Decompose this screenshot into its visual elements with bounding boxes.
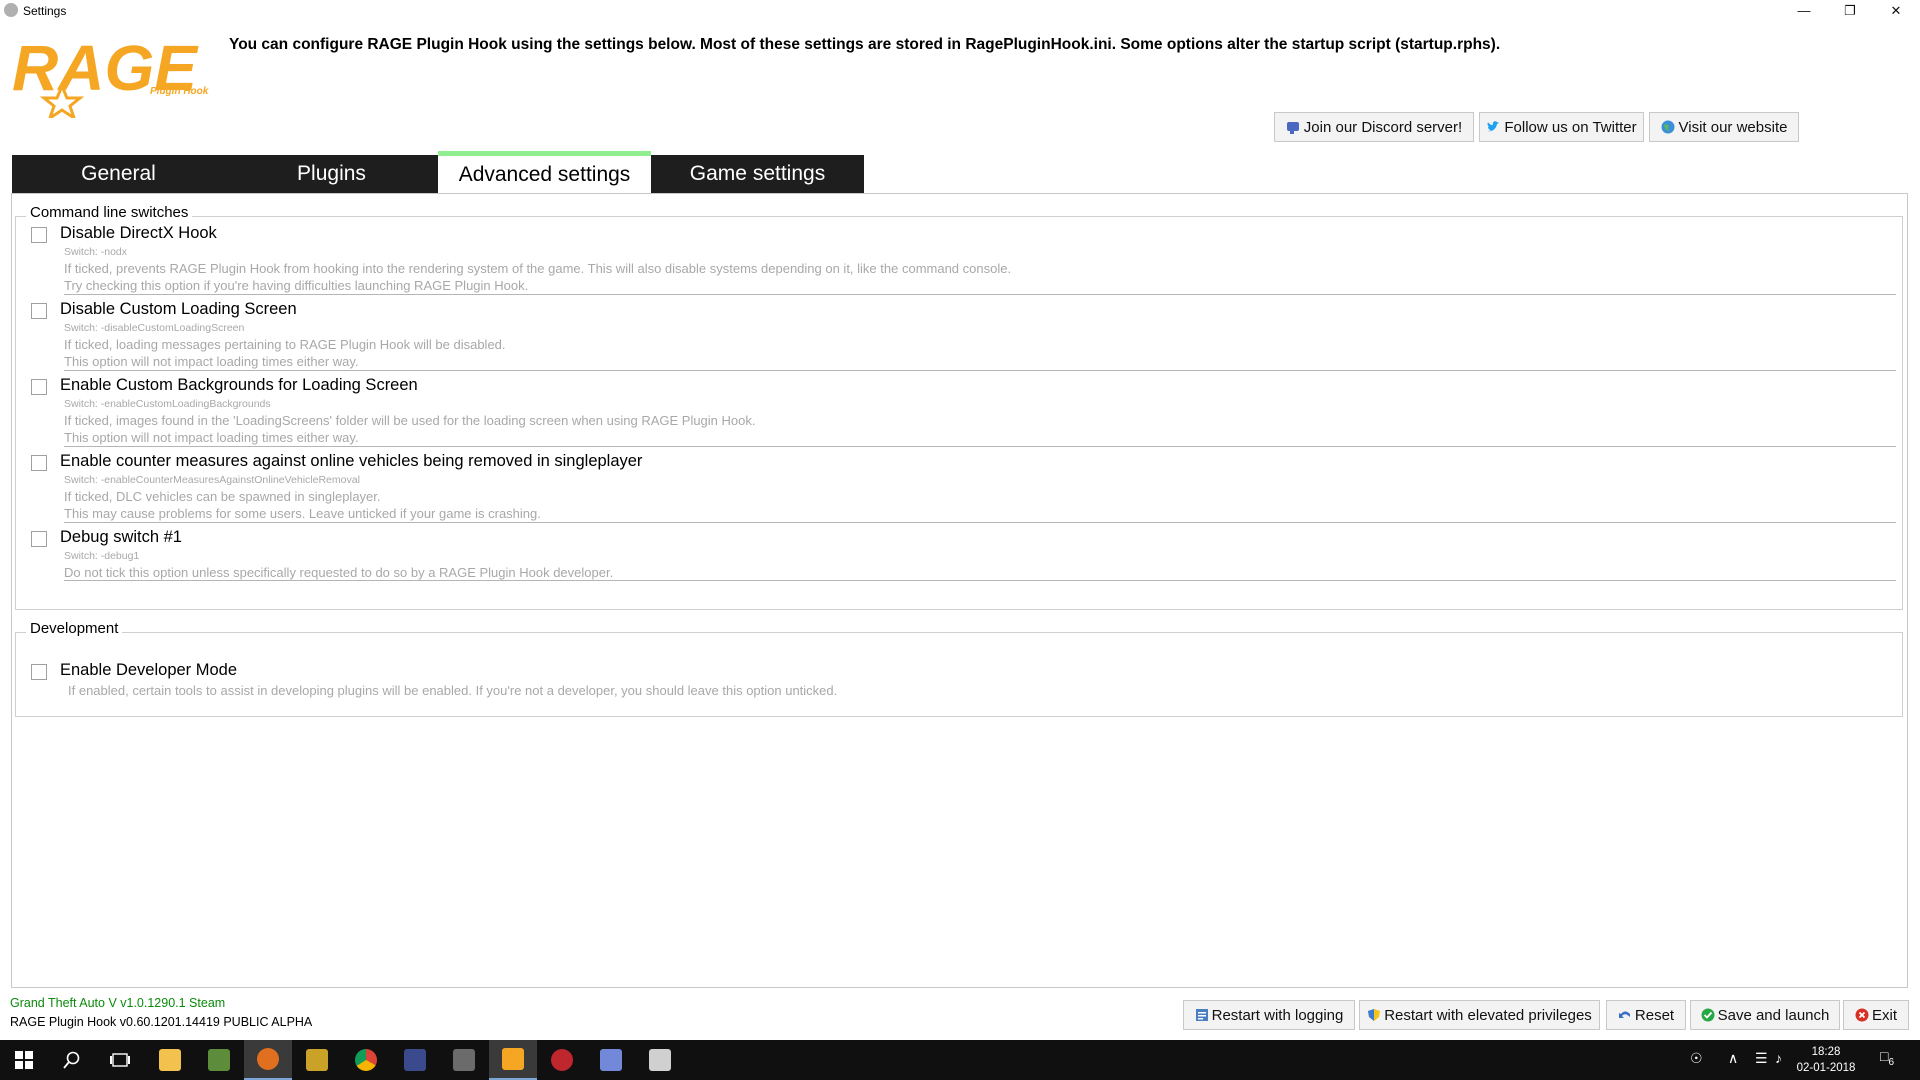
restart-with-logging-button[interactable]: Restart with logging <box>1183 1000 1355 1030</box>
twitter-icon <box>1486 120 1500 134</box>
development-group <box>15 632 1903 717</box>
option-switch: Switch: -debug1 <box>64 550 140 562</box>
option-divider <box>64 522 1896 523</box>
restart-elevated-button[interactable]: Restart with elevated privileges <box>1359 1000 1600 1030</box>
tab-advanced-settings[interactable]: Advanced settings <box>438 151 651 193</box>
reset-button[interactable]: Reset <box>1606 1000 1686 1030</box>
option-description-note: This may cause problems for some users. … <box>64 506 541 521</box>
disable-directx-hook-checkbox[interactable] <box>31 227 47 243</box>
close-button[interactable]: ✕ <box>1873 0 1919 23</box>
twitter-link-button[interactable]: Follow us on Twitter <box>1479 112 1644 142</box>
option-switch: Switch: -nodx <box>64 246 128 258</box>
disable-custom-loading-screen-label[interactable]: Disable Custom Loading Screen <box>60 300 297 319</box>
save-and-launch-button[interactable]: Save and launch <box>1690 1000 1840 1030</box>
search-icon[interactable] <box>48 1040 96 1080</box>
volume-icon[interactable]: ♪ <box>1775 1050 1782 1066</box>
enable-developer-mode-checkbox[interactable] <box>31 664 47 680</box>
header-description: You can configure RAGE Plugin Hook using… <box>229 36 1501 53</box>
tab-plugins[interactable]: Plugins <box>225 155 438 193</box>
option-description: If ticked, DLC vehicles can be spawned i… <box>64 489 381 504</box>
rage-plugin-hook-icon[interactable] <box>489 1040 537 1080</box>
clock-time: 18:28 <box>1811 1046 1841 1058</box>
advanced-settings-panel: Command line switches Disable DirectX Ho… <box>11 193 1908 988</box>
app-icon[interactable] <box>391 1040 439 1080</box>
enable-custom-backgrounds-label[interactable]: Enable Custom Backgrounds for Loading Sc… <box>60 376 418 395</box>
enable-developer-mode-label[interactable]: Enable Developer Mode <box>60 661 237 680</box>
command-line-switches-title: Command line switches <box>26 204 193 221</box>
clock-date: 02-01-2018 <box>1796 1062 1856 1074</box>
development-title: Development <box>26 620 123 637</box>
notification-center-icon[interactable]: □6 <box>1880 1048 1894 1068</box>
enable-custom-backgrounds-checkbox[interactable] <box>31 379 47 395</box>
game-version-text: Grand Theft Auto V v1.0.1290.1 Steam <box>10 996 226 1010</box>
option-divider <box>64 580 1896 581</box>
rph-version-text: RAGE Plugin Hook v0.60.1201.14419 PUBLIC… <box>10 1015 313 1029</box>
pubg-icon[interactable] <box>293 1040 341 1080</box>
enable-counter-measures-label[interactable]: Enable counter measures against online v… <box>60 452 642 471</box>
error-icon <box>1855 1008 1869 1022</box>
restore-button[interactable]: ❐ <box>1827 0 1873 23</box>
rage-logo: RAGE Plugin Hook <box>10 28 210 122</box>
discord-link-label: Join our Discord server! <box>1303 118 1463 136</box>
chevron-up-icon[interactable]: ∧ <box>1728 1050 1738 1067</box>
option-description-note: This option will not impact loading time… <box>64 430 359 445</box>
title-bar <box>0 0 1920 23</box>
log-icon <box>1195 1008 1209 1022</box>
debug-switch-1-label[interactable]: Debug switch #1 <box>60 528 182 547</box>
world-of-tanks-icon[interactable] <box>440 1040 488 1080</box>
globe-icon <box>1661 120 1675 134</box>
check-icon <box>1701 1008 1715 1022</box>
option-description: Do not tick this option unless specifica… <box>64 565 614 580</box>
task-view-icon[interactable] <box>96 1040 144 1080</box>
exit-label: Exit <box>1871 1006 1897 1024</box>
network-icon[interactable]: ☰ <box>1755 1050 1768 1067</box>
option-description: If ticked, prevents RAGE Plugin Hook fro… <box>64 261 1012 276</box>
enable-counter-measures-checkbox[interactable] <box>31 455 47 471</box>
settings-app-icon <box>4 3 18 17</box>
option-description-note: This option will not impact loading time… <box>64 354 359 369</box>
website-link-label: Visit our website <box>1678 118 1788 136</box>
option-switch: Switch: -enableCustomLoadingBackgrounds <box>64 398 271 410</box>
disable-custom-loading-screen-checkbox[interactable] <box>31 303 47 319</box>
option-divider <box>64 370 1896 371</box>
discord-icon[interactable] <box>587 1040 635 1080</box>
start-icon[interactable] <box>0 1040 48 1080</box>
option-divider <box>64 294 1896 295</box>
undo-icon <box>1618 1008 1632 1022</box>
svg-text:Plugin Hook: Plugin Hook <box>150 86 209 97</box>
notification-count: 6 <box>1888 1056 1895 1068</box>
game-icon[interactable] <box>538 1040 586 1080</box>
website-link-button[interactable]: Visit our website <box>1649 112 1799 142</box>
shield-icon <box>1367 1008 1381 1022</box>
minimize-button[interactable]: — <box>1781 0 1827 23</box>
option-description-note: Try checking this option if you're havin… <box>64 278 529 293</box>
minecraft-icon[interactable] <box>195 1040 243 1080</box>
option-switch: Switch: -disableCustomLoadingScreen <box>64 322 245 334</box>
tab-general[interactable]: General <box>12 155 225 193</box>
option-divider <box>64 446 1896 447</box>
twitter-link-label: Follow us on Twitter <box>1504 118 1637 136</box>
save-and-launch-label: Save and launch <box>1717 1006 1830 1024</box>
reset-label: Reset <box>1634 1006 1675 1024</box>
option-description: If ticked, loading messages pertaining t… <box>64 337 506 352</box>
developer-mode-description: If enabled, certain tools to assist in d… <box>68 683 838 698</box>
debug-switch-1-checkbox[interactable] <box>31 531 47 547</box>
discord-link-button[interactable]: Join our Discord server! <box>1274 112 1474 142</box>
steam-icon[interactable] <box>244 1040 292 1080</box>
disable-directx-hook-label[interactable]: Disable DirectX Hook <box>60 224 217 243</box>
discord-icon <box>1286 120 1300 134</box>
exit-button[interactable]: Exit <box>1843 1000 1909 1030</box>
option-switch: Switch: -enableCounterMeasuresAgainstOnl… <box>64 474 360 486</box>
restart-with-logging-label: Restart with logging <box>1211 1006 1344 1024</box>
chrome-icon[interactable] <box>342 1040 390 1080</box>
restart-elevated-label: Restart with elevated privileges <box>1384 1006 1592 1024</box>
people-icon[interactable]: ☉ <box>1690 1050 1703 1067</box>
tab-game-settings[interactable]: Game settings <box>651 155 864 193</box>
calculator-icon[interactable] <box>636 1040 684 1080</box>
file-explorer-icon[interactable] <box>146 1040 194 1080</box>
option-description: If ticked, images found in the 'LoadingS… <box>64 413 756 428</box>
window-title: Settings <box>23 4 67 18</box>
taskbar-clock[interactable]: 18:28 02-01-2018 <box>1795 1044 1857 1076</box>
